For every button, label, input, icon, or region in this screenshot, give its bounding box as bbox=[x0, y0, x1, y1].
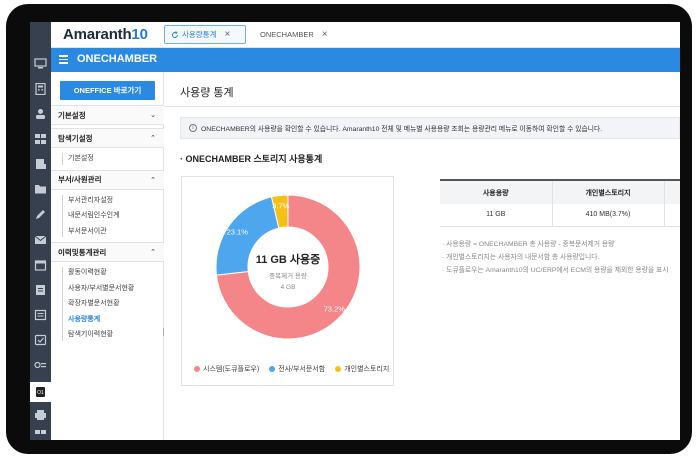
module-header: ONECHAMBER bbox=[51, 48, 680, 72]
main-content: 사용량 통계 i ONECHAMBER의 사용량을 확인할 수 있습니다. Am… bbox=[164, 72, 680, 440]
sidebar-section-dept[interactable]: 부서/사원관리 ⌃ bbox=[51, 169, 164, 190]
document-chart-icon[interactable] bbox=[33, 157, 48, 170]
app-screen: O1 Amaranth10 사용량통계 × ONECHAMBER × ONECH… bbox=[30, 22, 680, 440]
legend-item-dept: 전사/부서문서함 bbox=[269, 364, 325, 374]
sidebar-item[interactable]: 사용자/부서별문서현황 bbox=[68, 281, 164, 297]
section-title: · ONECHAMBER 스토리지 사용통계 bbox=[180, 154, 323, 164]
table-row: 11 GB 410 MB(3.7%) bbox=[440, 204, 680, 227]
table-cell: 11 GB bbox=[440, 204, 553, 227]
svg-text:O1: O1 bbox=[37, 390, 44, 396]
grid-icon[interactable] bbox=[33, 428, 48, 440]
close-icon[interactable]: × bbox=[322, 29, 328, 40]
chart-legend: 시스템(도큐플로우) 전사/부서문서함 개인별스토리지 bbox=[194, 364, 399, 374]
donut-center-caption: 중복제거 용량 bbox=[269, 271, 307, 280]
slice-label-dept: 23.1% bbox=[227, 227, 249, 236]
sidebar-sublist-dept: 부서관리자설정 내문서림인수인계 부서문서이관 bbox=[51, 190, 164, 244]
monitor-icon[interactable] bbox=[33, 57, 48, 70]
sidebar-item[interactable]: 탐색기이력현황 bbox=[68, 327, 164, 343]
legend-item-personal: 개인별스토리지 bbox=[335, 364, 389, 374]
note-line: · 개인별스토리지는 사용자의 내문서함 총 사용량입니다. bbox=[442, 254, 600, 261]
info-icon: i bbox=[189, 124, 197, 132]
chevron-up-icon: ⌃ bbox=[150, 249, 156, 256]
sidebar-item[interactable]: 확장자별문서현황 bbox=[68, 296, 164, 312]
column-header bbox=[664, 179, 680, 204]
onechamber-icon[interactable]: O1 bbox=[30, 382, 51, 402]
note-icon[interactable] bbox=[33, 283, 48, 296]
note-line: · 도큐플로우는 Amaranth10의 UC/ERP에서 ECM의 용량을 제… bbox=[442, 267, 669, 274]
chevron-up-icon: ⌃ bbox=[150, 176, 156, 184]
calculator-icon[interactable] bbox=[33, 82, 48, 95]
sidebar-section-explorer[interactable]: 탐색기설정 ⌃ bbox=[51, 128, 164, 148]
sidebar-sublist-explorer: 기본설정 bbox=[51, 148, 164, 171]
donut-center-total: 11 GB 사용중 bbox=[256, 252, 321, 266]
refresh-icon bbox=[172, 30, 178, 38]
column-header: 사용용량 bbox=[440, 179, 553, 204]
sidebar-item[interactable]: 기본설정 bbox=[68, 151, 164, 167]
slice-label-personal: 3.7% bbox=[272, 201, 289, 210]
sidebar-item-usage-stats[interactable]: 사용량통계 bbox=[68, 312, 164, 328]
sidebar-menu: 기본설정 ⌄ 탐색기설정 ⌃ 기본설정 부서/사원관리 ⌃ 부서관리자설정 내문… bbox=[51, 105, 164, 347]
sidebar-sublist-history: 활동이력현황 사용자/부서별문서현황 확장자별문서현황 사용량통계 탐색기이력현… bbox=[51, 262, 164, 347]
sidebar-section-basic[interactable]: 기본설정 ⌄ bbox=[51, 105, 164, 125]
info-notice: i ONECHAMBER의 사용량을 확인할 수 있습니다. Amaranth1… bbox=[180, 117, 680, 139]
donut-hole bbox=[248, 227, 328, 307]
notice-text: ONECHAMBER의 사용량을 확인할 수 있습니다. Amaranth10 … bbox=[201, 126, 603, 133]
divider bbox=[164, 106, 680, 107]
close-icon[interactable]: × bbox=[225, 29, 231, 40]
storage-chart-panel: 3.7% 73.2% 23.1% 11 GB 사용중 중복제거 용량 4 GB 시스… bbox=[181, 176, 394, 386]
task-icon[interactable] bbox=[33, 333, 48, 346]
module-title: ONECHAMBER bbox=[77, 53, 158, 65]
mail-icon[interactable] bbox=[33, 233, 48, 246]
sidebar-item[interactable]: 부서문서이관 bbox=[68, 224, 164, 240]
tab-usage-stats[interactable]: 사용량통계 × bbox=[164, 25, 246, 44]
column-header: 개인별스토리지 bbox=[552, 179, 665, 204]
top-bar: Amaranth10 사용량통계 × ONECHAMBER × bbox=[51, 22, 680, 48]
icon-rail: O1 bbox=[30, 22, 51, 440]
toggle-icon[interactable] bbox=[33, 358, 48, 371]
table-cell: 410 MB(3.7%) bbox=[552, 204, 665, 227]
board-icon[interactable] bbox=[33, 308, 48, 321]
page-title: 사용량 통계 bbox=[180, 87, 234, 99]
org-chart-icon[interactable] bbox=[33, 132, 48, 145]
sidebar: ONEFFICE 바로가기 기본설정 ⌄ 탐색기설정 ⌃ 기본설정 부서/사원관… bbox=[51, 72, 164, 440]
calendar-icon[interactable] bbox=[33, 258, 48, 271]
legend-item-system: 시스템(도큐플로우) bbox=[194, 364, 259, 374]
tab-label: 사용량통계 bbox=[182, 30, 217, 39]
sidebar-item[interactable]: 부서관리자설정 bbox=[68, 193, 164, 209]
amaranth-logo[interactable]: Amaranth10 bbox=[63, 26, 148, 43]
sidebar-section-history[interactable]: 이력및통계관리 ⌃ bbox=[51, 242, 164, 262]
printer-icon[interactable] bbox=[33, 408, 48, 421]
tab-label: ONECHAMBER bbox=[260, 30, 314, 39]
donut-chart: 3.7% 73.2% 23.1% 11 GB 사용중 중복제거 용량 4 GB bbox=[215, 194, 361, 340]
pen-icon[interactable] bbox=[33, 208, 48, 221]
usage-notes: · 사용용량 = ONECHAMBER 총 사용량 - 중복문서제거 용량 · … bbox=[442, 238, 669, 277]
sidebar-item[interactable]: 내문서림인수인계 bbox=[68, 208, 164, 224]
chevron-down-icon: ⌄ bbox=[150, 112, 156, 119]
hamburger-icon[interactable] bbox=[59, 55, 68, 64]
sidebar-item[interactable]: 활동이력현황 bbox=[68, 265, 164, 281]
slice-label-system: 73.2% bbox=[324, 304, 346, 313]
device-frame: O1 Amaranth10 사용량통계 × ONECHAMBER × ONECH… bbox=[6, 4, 692, 454]
note-line: · 사용용량 = ONECHAMBER 총 사용량 - 중복문서제거 용량 bbox=[442, 241, 615, 248]
user-setting-icon[interactable] bbox=[33, 107, 48, 120]
tab-onechamber[interactable]: ONECHAMBER × bbox=[251, 25, 333, 44]
usage-table: 사용용량 개인별스토리지 11 GB 410 MB(3.7%) bbox=[440, 179, 680, 227]
oneffice-shortcut-button[interactable]: ONEFFICE 바로가기 bbox=[60, 81, 155, 100]
chevron-up-icon: ⌃ bbox=[150, 135, 156, 142]
table-cell bbox=[664, 204, 680, 227]
folder-icon[interactable] bbox=[33, 182, 48, 195]
table-header-row: 사용용량 개인별스토리지 bbox=[440, 179, 680, 204]
donut-center-dedup-value: 4 GB bbox=[281, 284, 296, 291]
